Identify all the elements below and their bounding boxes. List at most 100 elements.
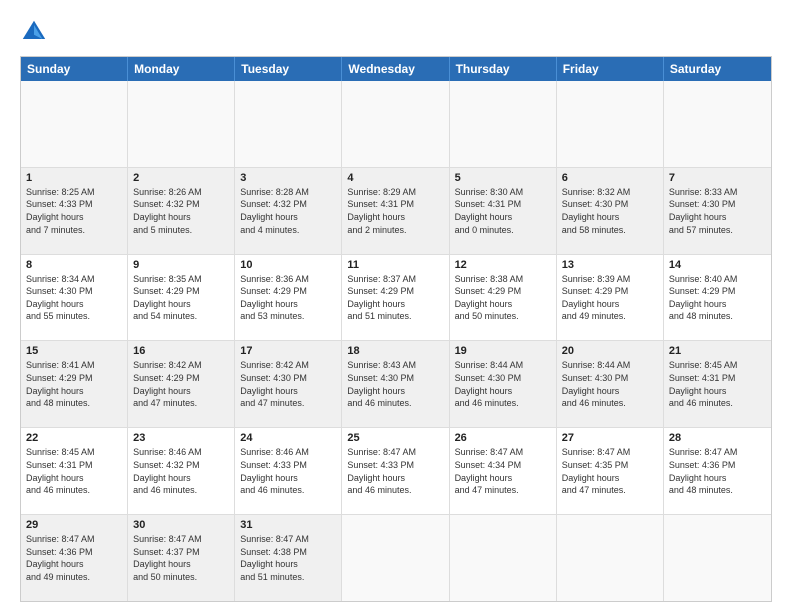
day-number: 1	[26, 172, 122, 184]
cal-cell-day-27: 27 Sunrise: 8:47 AMSunset: 4:35 PMDayligh…	[557, 428, 664, 514]
cal-cell-day-29: 29 Sunrise: 8:47 AMSunset: 4:36 PMDayligh…	[21, 515, 128, 601]
day-info: Sunrise: 8:36 AMSunset: 4:29 PMDaylight …	[240, 273, 336, 323]
cal-cell-day-11: 11Sunrise: 8:37 AMSunset: 4:29 PMDayligh…	[342, 255, 449, 341]
cal-week-1: 1 Sunrise: 8:25 AMSunset: 4:33 PMDaylight…	[21, 167, 771, 254]
day-info: Sunrise: 8:43 AMSunset: 4:30 PMDaylight …	[347, 359, 443, 409]
cal-cell-empty	[21, 81, 128, 167]
cal-cell-empty	[664, 81, 771, 167]
day-info: Sunrise: 8:47 AMSunset: 4:35 PMDaylight …	[562, 446, 658, 496]
calendar-body: 1 Sunrise: 8:25 AMSunset: 4:33 PMDaylight…	[21, 81, 771, 601]
day-info: Sunrise: 8:26 AMSunset: 4:32 PMDaylight …	[133, 186, 229, 236]
cal-cell-day-23: 23 Sunrise: 8:46 AMSunset: 4:32 PMDayligh…	[128, 428, 235, 514]
day-number: 13	[562, 259, 658, 271]
cal-header-friday: Friday	[557, 57, 664, 81]
cal-header-saturday: Saturday	[664, 57, 771, 81]
cal-cell-day-21: 21 Sunrise: 8:45 AMSunset: 4:31 PMDayligh…	[664, 341, 771, 427]
cal-cell-day-3: 3Sunrise: 8:28 AMSunset: 4:32 PMDaylight…	[235, 168, 342, 254]
day-number: 24	[240, 432, 336, 444]
day-info: Sunrise: 8:47 AMSunset: 4:37 PMDaylight …	[133, 533, 229, 583]
cal-cell-day-2: 2 Sunrise: 8:26 AMSunset: 4:32 PMDaylight…	[128, 168, 235, 254]
day-info: Sunrise: 8:47 AMSunset: 4:36 PMDaylight …	[26, 533, 122, 583]
header	[20, 18, 772, 46]
cal-cell-day-28: 28Sunrise: 8:47 AMSunset: 4:36 PMDayligh…	[664, 428, 771, 514]
cal-cell-day-13: 13 Sunrise: 8:39 AMSunset: 4:29 PMDayligh…	[557, 255, 664, 341]
day-info: Sunrise: 8:34 AMSunset: 4:30 PMDaylight …	[26, 273, 122, 323]
logo-icon	[20, 18, 48, 46]
day-number: 3	[240, 172, 336, 184]
cal-cell-empty	[664, 515, 771, 601]
day-info: Sunrise: 8:32 AMSunset: 4:30 PMDaylight …	[562, 186, 658, 236]
cal-cell-day-30: 30 Sunrise: 8:47 AMSunset: 4:37 PMDayligh…	[128, 515, 235, 601]
day-info: Sunrise: 8:47 AMSunset: 4:33 PMDaylight …	[347, 446, 443, 496]
day-number: 29	[26, 519, 122, 531]
cal-week-2: 8 Sunrise: 8:34 AMSunset: 4:30 PMDaylight…	[21, 254, 771, 341]
cal-week-3: 15Sunrise: 8:41 AMSunset: 4:29 PMDayligh…	[21, 340, 771, 427]
cal-cell-day-19: 19Sunrise: 8:44 AMSunset: 4:30 PMDayligh…	[450, 341, 557, 427]
day-number: 9	[133, 259, 229, 271]
day-info: Sunrise: 8:35 AMSunset: 4:29 PMDaylight …	[133, 273, 229, 323]
cal-cell-empty	[557, 515, 664, 601]
cal-cell-day-14: 14Sunrise: 8:40 AMSunset: 4:29 PMDayligh…	[664, 255, 771, 341]
day-number: 27	[562, 432, 658, 444]
cal-cell-day-6: 6 Sunrise: 8:32 AMSunset: 4:30 PMDaylight…	[557, 168, 664, 254]
cal-cell-day-24: 24 Sunrise: 8:46 AMSunset: 4:33 PMDayligh…	[235, 428, 342, 514]
cal-cell-day-8: 8 Sunrise: 8:34 AMSunset: 4:30 PMDaylight…	[21, 255, 128, 341]
cal-cell-day-7: 7Sunrise: 8:33 AMSunset: 4:30 PMDaylight…	[664, 168, 771, 254]
day-number: 21	[669, 345, 766, 357]
cal-cell-day-20: 20 Sunrise: 8:44 AMSunset: 4:30 PMDayligh…	[557, 341, 664, 427]
day-number: 10	[240, 259, 336, 271]
day-info: Sunrise: 8:46 AMSunset: 4:33 PMDaylight …	[240, 446, 336, 496]
day-info: Sunrise: 8:37 AMSunset: 4:29 PMDaylight …	[347, 273, 443, 323]
day-number: 20	[562, 345, 658, 357]
cal-cell-day-15: 15Sunrise: 8:41 AMSunset: 4:29 PMDayligh…	[21, 341, 128, 427]
day-number: 31	[240, 519, 336, 531]
day-number: 2	[133, 172, 229, 184]
calendar-header-row: SundayMondayTuesdayWednesdayThursdayFrid…	[21, 57, 771, 81]
day-number: 12	[455, 259, 551, 271]
day-number: 19	[455, 345, 551, 357]
day-info: Sunrise: 8:41 AMSunset: 4:29 PMDaylight …	[26, 359, 122, 409]
day-info: Sunrise: 8:39 AMSunset: 4:29 PMDaylight …	[562, 273, 658, 323]
day-info: Sunrise: 8:38 AMSunset: 4:29 PMDaylight …	[455, 273, 551, 323]
day-number: 8	[26, 259, 122, 271]
cal-cell-empty	[128, 81, 235, 167]
day-info: Sunrise: 8:46 AMSunset: 4:32 PMDaylight …	[133, 446, 229, 496]
cal-cell-day-10: 10 Sunrise: 8:36 AMSunset: 4:29 PMDayligh…	[235, 255, 342, 341]
cal-cell-day-16: 16Sunrise: 8:42 AMSunset: 4:29 PMDayligh…	[128, 341, 235, 427]
day-number: 14	[669, 259, 766, 271]
cal-week-0	[21, 81, 771, 167]
cal-header-tuesday: Tuesday	[235, 57, 342, 81]
day-number: 18	[347, 345, 443, 357]
cal-header-monday: Monday	[128, 57, 235, 81]
day-info: Sunrise: 8:45 AMSunset: 4:31 PMDaylight …	[669, 359, 766, 409]
cal-cell-day-5: 5Sunrise: 8:30 AMSunset: 4:31 PMDaylight…	[450, 168, 557, 254]
day-number: 22	[26, 432, 122, 444]
cal-cell-day-25: 25 Sunrise: 8:47 AMSunset: 4:33 PMDayligh…	[342, 428, 449, 514]
cal-cell-day-17: 17 Sunrise: 8:42 AMSunset: 4:30 PMDayligh…	[235, 341, 342, 427]
day-info: Sunrise: 8:42 AMSunset: 4:30 PMDaylight …	[240, 359, 336, 409]
page: SundayMondayTuesdayWednesdayThursdayFrid…	[0, 0, 792, 612]
day-number: 4	[347, 172, 443, 184]
day-number: 7	[669, 172, 766, 184]
cal-cell-empty	[450, 515, 557, 601]
cal-cell-day-1: 1 Sunrise: 8:25 AMSunset: 4:33 PMDaylight…	[21, 168, 128, 254]
day-number: 16	[133, 345, 229, 357]
day-number: 6	[562, 172, 658, 184]
day-info: Sunrise: 8:44 AMSunset: 4:30 PMDaylight …	[562, 359, 658, 409]
day-number: 23	[133, 432, 229, 444]
cal-week-4: 22 Sunrise: 8:45 AMSunset: 4:31 PMDayligh…	[21, 427, 771, 514]
day-info: Sunrise: 8:45 AMSunset: 4:31 PMDaylight …	[26, 446, 122, 496]
day-number: 28	[669, 432, 766, 444]
cal-cell-day-18: 18 Sunrise: 8:43 AMSunset: 4:30 PMDayligh…	[342, 341, 449, 427]
cal-cell-day-26: 26 Sunrise: 8:47 AMSunset: 4:34 PMDayligh…	[450, 428, 557, 514]
day-info: Sunrise: 8:25 AMSunset: 4:33 PMDaylight …	[26, 186, 122, 236]
day-number: 17	[240, 345, 336, 357]
day-number: 26	[455, 432, 551, 444]
cal-cell-day-12: 12 Sunrise: 8:38 AMSunset: 4:29 PMDayligh…	[450, 255, 557, 341]
day-number: 25	[347, 432, 443, 444]
cal-cell-day-4: 4Sunrise: 8:29 AMSunset: 4:31 PMDaylight…	[342, 168, 449, 254]
day-number: 30	[133, 519, 229, 531]
day-info: Sunrise: 8:47 AMSunset: 4:34 PMDaylight …	[455, 446, 551, 496]
cal-cell-empty	[235, 81, 342, 167]
cal-cell-day-9: 9 Sunrise: 8:35 AMSunset: 4:29 PMDaylight…	[128, 255, 235, 341]
